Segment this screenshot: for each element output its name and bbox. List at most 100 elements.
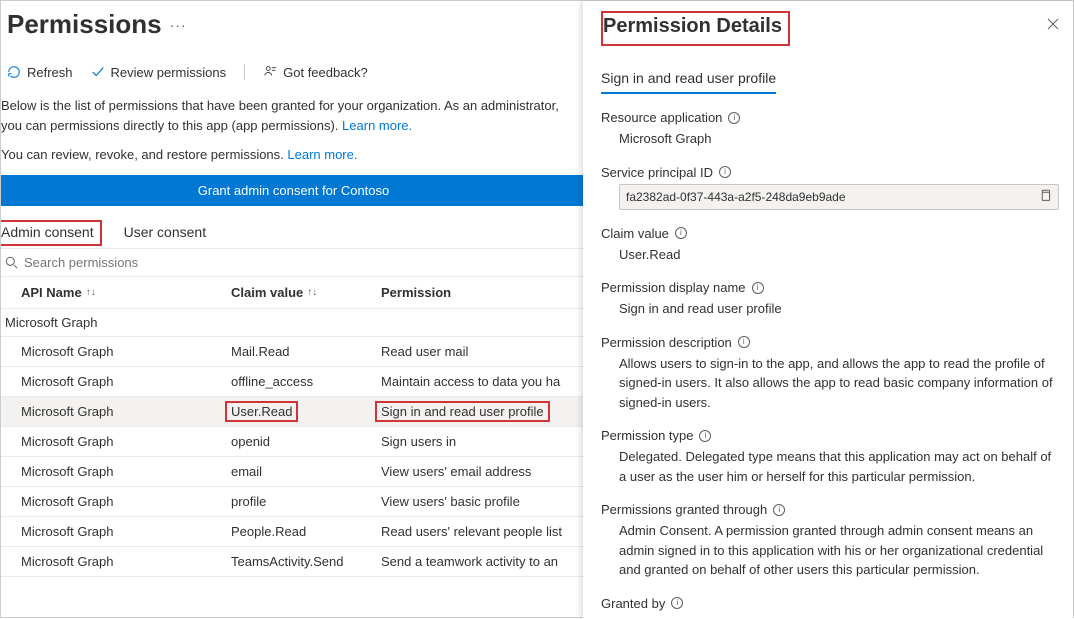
info-icon[interactable]: i — [719, 166, 731, 178]
col-header-claim[interactable]: Claim value↑↓ — [231, 285, 381, 300]
info-icon[interactable]: i — [675, 227, 687, 239]
info-icon[interactable]: i — [752, 282, 764, 294]
field-value: Allows users to sign-in to the app, and … — [601, 350, 1059, 413]
review-label: Review permissions — [111, 65, 227, 80]
copy-icon — [1039, 189, 1052, 202]
field-granted-by: Granted byi An administrator — [601, 596, 1059, 619]
intro-text-1b: permissions directly to this app (app pe… — [50, 118, 342, 133]
col-header-permission[interactable]: Permission — [381, 285, 586, 300]
cell-permission: Sign users in — [381, 434, 586, 449]
consent-tabs: Admin consent User consent — [1, 206, 586, 249]
info-icon[interactable]: i — [728, 112, 740, 124]
table-row[interactable]: Microsoft Graph Mail.Read Read user mail — [1, 337, 586, 367]
check-icon — [91, 65, 105, 79]
table-header: API Name↑↓ Claim value↑↓ Permission — [1, 277, 586, 309]
field-label: Resource application — [601, 110, 722, 125]
intro-text: Below is the list of permissions that ha… — [1, 92, 586, 165]
field-permission-type: Permission type i Delegated. Delegated ty… — [601, 428, 1059, 486]
panel-title: Permission Details — [603, 15, 782, 37]
table-row[interactable]: Microsoft Graph offline_access Maintain … — [1, 367, 586, 397]
field-label: Claim value — [601, 226, 669, 241]
cell-claim: openid — [231, 434, 381, 449]
close-button[interactable] — [1047, 11, 1059, 33]
search-row — [1, 249, 586, 277]
cell-api: Microsoft Graph — [1, 554, 231, 569]
cell-claim: profile — [231, 494, 381, 509]
table-group-row: Microsoft Graph — [1, 309, 586, 337]
cell-permission: Maintain access to data you ha — [381, 374, 586, 389]
refresh-label: Refresh — [27, 65, 73, 80]
highlight-permission: Sign in and read user profile — [375, 401, 550, 422]
field-label: Permission display name — [601, 280, 746, 295]
info-icon[interactable]: i — [738, 336, 750, 348]
search-input[interactable] — [24, 255, 586, 270]
info-icon[interactable]: i — [699, 430, 711, 442]
review-permissions-button[interactable]: Review permissions — [91, 65, 227, 80]
cell-api: Microsoft Graph — [1, 494, 231, 509]
more-menu-icon[interactable]: ··· — [170, 17, 187, 33]
cell-permission: Sign in and read user profile — [381, 404, 586, 419]
grant-admin-consent-button[interactable]: Grant admin consent for Contoso — [1, 175, 586, 206]
field-value: Admin Consent. A permission granted thro… — [601, 517, 1059, 580]
service-principal-id-input[interactable] — [626, 190, 1039, 204]
search-icon — [5, 256, 18, 269]
refresh-button[interactable]: Refresh — [7, 65, 73, 80]
permission-details-panel: Permission Details Sign in and read user… — [583, 1, 1073, 619]
field-label: Permission type — [601, 428, 693, 443]
cell-permission: Read users' relevant people list — [381, 524, 586, 539]
copy-button[interactable] — [1039, 189, 1052, 205]
cell-permission: Send a teamwork activity to an — [381, 554, 586, 569]
info-icon[interactable]: i — [671, 597, 683, 609]
feedback-label: Got feedback? — [283, 65, 368, 80]
highlight-panel-title: Permission Details — [601, 11, 790, 46]
field-value: User.Read — [601, 241, 1059, 265]
table-row[interactable]: Microsoft Graph People.Read Read users' … — [1, 517, 586, 547]
table-row[interactable]: Microsoft Graph profile View users' basi… — [1, 487, 586, 517]
cell-claim: TeamsActivity.Send — [231, 554, 381, 569]
feedback-icon — [263, 65, 277, 79]
cell-api: Microsoft Graph — [1, 464, 231, 479]
field-label: Permissions granted through — [601, 502, 767, 517]
panel-tab[interactable]: Sign in and read user profile — [601, 70, 776, 94]
cell-api: Microsoft Graph — [1, 404, 231, 419]
table-row[interactable]: Microsoft Graph openid Sign users in — [1, 427, 586, 457]
info-icon[interactable]: i — [773, 504, 785, 516]
table-row-selected[interactable]: Microsoft Graph User.Read Sign in and re… — [1, 397, 586, 427]
field-permission-description: Permission description i Allows users to … — [601, 335, 1059, 413]
toolbar-divider — [244, 64, 245, 80]
field-value: Sign in and read user profile — [601, 295, 1059, 319]
copy-box — [619, 184, 1059, 210]
cell-permission: Read user mail — [381, 344, 586, 359]
page-title: Permissions — [7, 9, 162, 40]
cell-api: Microsoft Graph — [1, 434, 231, 449]
field-value: Delegated. Delegated type means that thi… — [601, 443, 1059, 486]
table-row[interactable]: Microsoft Graph TeamsActivity.Send Send … — [1, 547, 586, 577]
feedback-button[interactable]: Got feedback? — [263, 65, 368, 80]
cell-claim: Mail.Read — [231, 344, 381, 359]
field-claim-value: Claim value i User.Read — [601, 226, 1059, 265]
field-value: Microsoft Graph — [601, 125, 1059, 149]
field-label: Service principal ID — [601, 165, 713, 180]
cell-claim: email — [231, 464, 381, 479]
learn-more-link-2[interactable]: Learn more. — [287, 147, 357, 162]
close-icon — [1047, 18, 1059, 30]
intro-text-2: You can review, revoke, and restore perm… — [1, 147, 287, 162]
highlight-claim: User.Read — [225, 401, 298, 422]
sort-icon: ↑↓ — [86, 287, 96, 298]
cell-permission: View users' basic profile — [381, 494, 586, 509]
refresh-icon — [7, 65, 21, 79]
learn-more-link-1[interactable]: Learn more. — [342, 118, 412, 133]
cell-api: Microsoft Graph — [1, 374, 231, 389]
cell-api: Microsoft Graph — [1, 344, 231, 359]
table-row[interactable]: Microsoft Graph email View users' email … — [1, 457, 586, 487]
cell-permission: View users' email address — [381, 464, 586, 479]
col-header-api[interactable]: API Name↑↓ — [1, 285, 231, 300]
cell-api: Microsoft Graph — [1, 524, 231, 539]
field-label: Permission description — [601, 335, 732, 350]
field-label: Granted by — [601, 596, 665, 611]
tab-admin-consent[interactable]: Admin consent — [1, 224, 102, 248]
tab-user-consent[interactable]: User consent — [124, 224, 206, 248]
cell-claim: People.Read — [231, 524, 381, 539]
toolbar: Refresh Review permissions Got feedback? — [1, 40, 586, 92]
cell-claim: offline_access — [231, 374, 381, 389]
